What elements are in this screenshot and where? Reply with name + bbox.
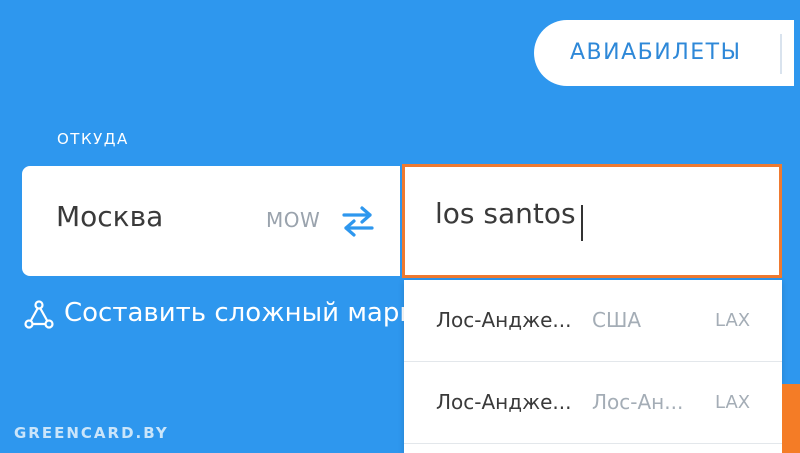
text-caret	[581, 205, 583, 241]
suggestion-country: Лос-Ан...	[592, 390, 684, 414]
to-field[interactable]	[402, 164, 782, 278]
suggestion-code: LAX	[715, 392, 751, 413]
suggestion-city: Лос-Андже...	[436, 390, 572, 414]
from-city-value: Москва	[56, 200, 164, 233]
from-field[interactable]: Москва MOW	[22, 166, 400, 276]
swap-arrows-icon[interactable]	[340, 204, 376, 238]
suggestion-country: США	[592, 308, 642, 332]
complex-route-label: Составить сложный марш	[64, 298, 424, 328]
suggestion-item[interactable]: Лос-Андже... США LAX	[404, 280, 782, 362]
watermark: GREENCARD.BY	[14, 424, 169, 442]
route-nodes-icon	[24, 300, 54, 329]
tab-divider	[780, 34, 782, 74]
suggestion-code: LAX	[715, 310, 751, 331]
from-label: ОТКУДА	[57, 130, 129, 148]
tab-avia[interactable]: АВИАБИЛЕТЫ	[534, 20, 794, 86]
search-button-edge[interactable]	[782, 384, 800, 453]
tab-avia-label: АВИАБИЛЕТЫ	[570, 40, 742, 65]
to-input[interactable]	[435, 197, 735, 230]
suggestions-dropdown: Лос-Андже... США LAX Лос-Андже... Лос-Ан…	[404, 280, 782, 453]
suggestion-city: Лос-Андже...	[436, 308, 572, 332]
from-iata-code: MOW	[266, 208, 321, 232]
suggestion-item[interactable]: Лос-Андже... Лос-Ан... LAX	[404, 362, 782, 444]
